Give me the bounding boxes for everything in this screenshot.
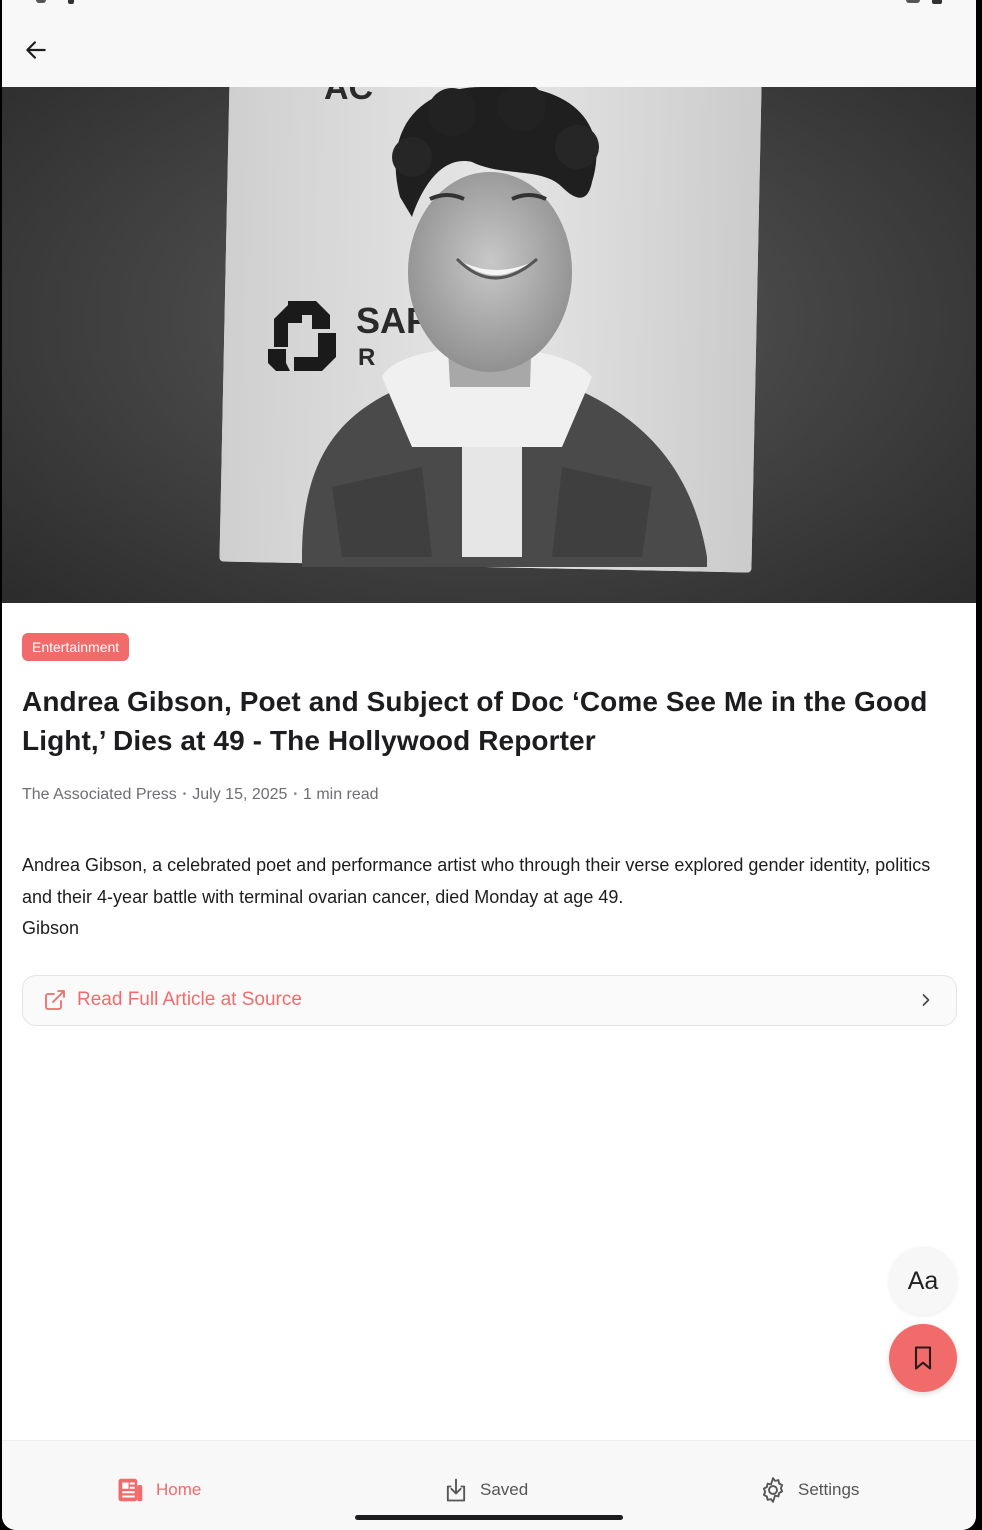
text-size-button[interactable]: Aa [889, 1247, 957, 1315]
svg-text:R: R [358, 344, 375, 371]
download-icon [446, 1478, 466, 1502]
status-icon [36, 0, 46, 3]
body-paragraph: Andrea Gibson, a celebrated poet and per… [22, 855, 931, 907]
article-meta: The Associated Press • July 15, 2025 • 1… [22, 784, 958, 806]
article-date: July 15, 2025 [192, 786, 288, 803]
bookmark-icon [914, 1346, 932, 1370]
battery-icon [932, 0, 942, 4]
gear-icon [762, 1477, 784, 1503]
status-icon [68, 0, 74, 4]
nav-home-label: Home [156, 1480, 202, 1499]
article-author: The Associated Press [22, 786, 177, 803]
chevron-right-icon [922, 994, 930, 1006]
nav-settings-label: Settings [798, 1480, 860, 1499]
article-title: Andrea Gibson, Poet and Subject of Doc ‘… [22, 686, 928, 756]
back-button[interactable] [14, 28, 58, 72]
top-app-bar [2, 8, 976, 87]
article-body: Andrea Gibson, a celebrated poet and per… [22, 850, 958, 945]
bookmark-button[interactable] [889, 1324, 957, 1392]
external-link-icon [45, 990, 65, 1010]
newspaper-icon [118, 1478, 143, 1502]
svg-text:AC: AC [324, 87, 373, 107]
status-bar [2, 0, 976, 8]
text-size-label: Aa [907, 1266, 939, 1295]
nav-home[interactable]: Home [116, 1475, 201, 1505]
meta-separator: • [293, 789, 297, 800]
article-content: Entertainment Andrea Gibson, Poet and Su… [22, 633, 958, 1026]
article-read-time: 1 min read [302, 786, 379, 803]
article-hero-image: SAF R AC [2, 87, 976, 603]
nav-settings[interactable]: Settings [758, 1475, 859, 1505]
arrow-left-icon [26, 41, 46, 59]
signal-icon [906, 0, 920, 3]
meta-separator: • [182, 789, 187, 800]
home-indicator[interactable] [355, 1515, 623, 1520]
read-full-article-label: Read Full Article at Source [77, 989, 302, 1010]
body-paragraph: Gibson [22, 918, 80, 938]
category-chip[interactable]: Entertainment [22, 633, 130, 661]
nav-saved-label: Saved [480, 1480, 529, 1499]
nav-saved[interactable]: Saved [442, 1475, 528, 1505]
read-full-article-button[interactable]: Read Full Article at Source [22, 974, 957, 1026]
app-screen: SAF R AC Entertainment Andrea Gibson, Po… [2, 0, 976, 1530]
